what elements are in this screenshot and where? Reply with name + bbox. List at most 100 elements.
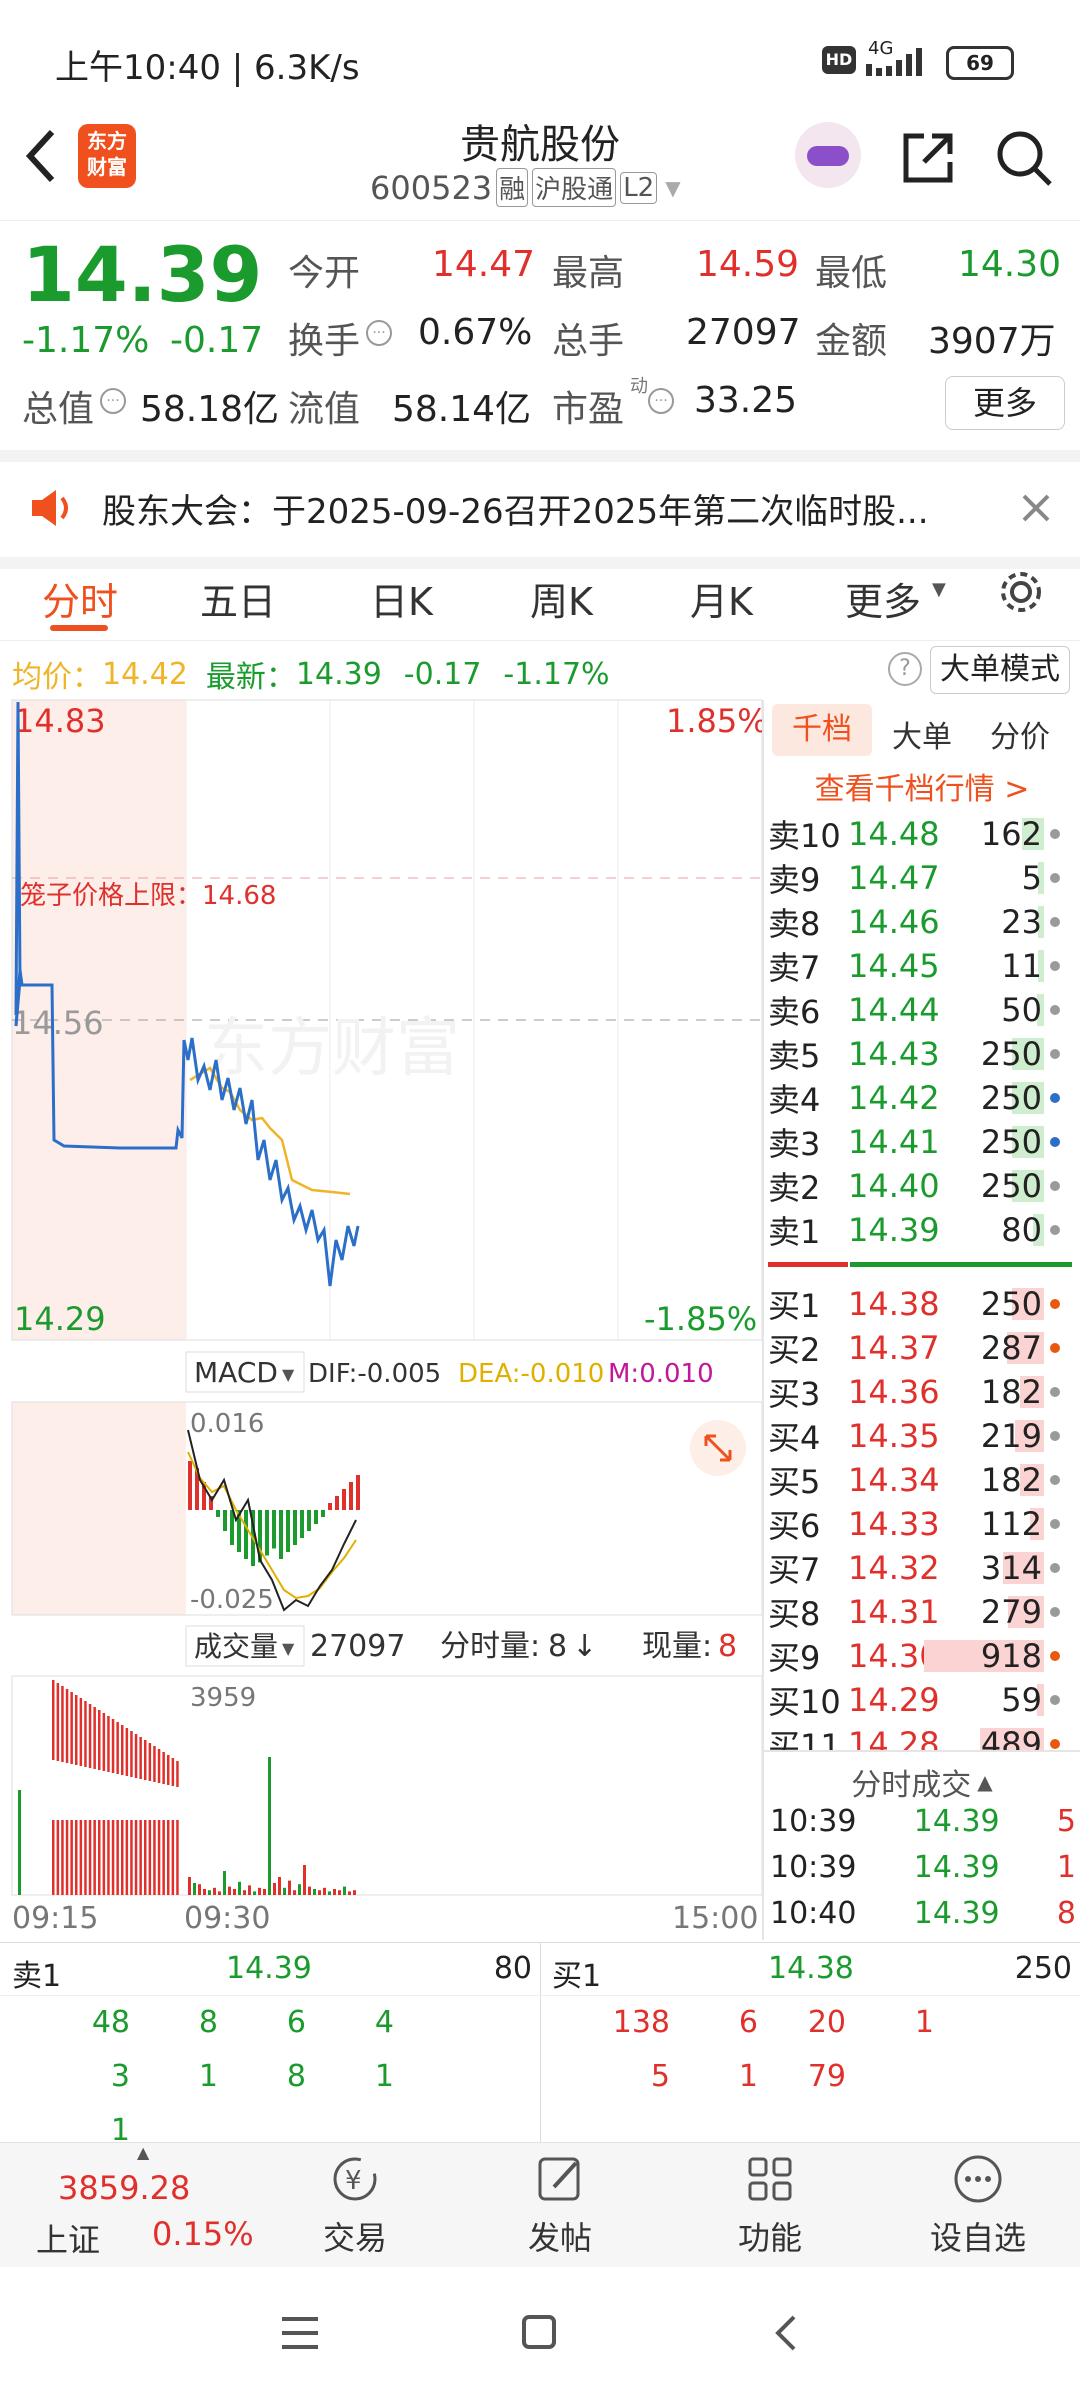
queue-order: 79 <box>807 2059 846 2094</box>
trade-button[interactable]: ¥ 交易 <box>285 2153 425 2259</box>
bid-level-row[interactable]: 买10 14.29 59 <box>768 1678 1072 1722</box>
tick-volume: 8 <box>1056 1896 1076 1931</box>
tab-more[interactable]: 更多 <box>845 571 921 626</box>
auction-volume-bar <box>171 1758 175 1786</box>
tick-price: 14.39 <box>913 1804 1000 1839</box>
function-button[interactable]: 功能 <box>700 2153 840 2259</box>
volume-bar <box>218 1891 221 1895</box>
sell1-volume: 80 <box>493 1951 532 1986</box>
index-widget[interactable]: ▲ 3859.28 上证 0.15% <box>24 2143 264 2261</box>
info-icon[interactable]: ··· <box>648 388 674 414</box>
change-pct: -1.17% <box>22 320 150 361</box>
turnover-value: 0.67% <box>418 312 533 353</box>
bid-level-row[interactable]: 买1 14.38 250 <box>768 1282 1072 1326</box>
menu-icon[interactable] <box>280 2315 320 2351</box>
status-dot <box>1050 1049 1060 1059</box>
big-order-mode-button[interactable]: 大单模式 <box>930 646 1070 694</box>
more-button[interactable]: 更多 <box>945 376 1065 430</box>
order-queues: 卖1 14.39 80 买1 14.38 250 48 8 6 4 3 1 8 1 1 138 6… <box>0 1942 1080 2148</box>
trade-tick-row: 10:39 14.39 1 <box>770 1850 1076 1896</box>
level-price: 14.38 <box>848 1285 940 1323</box>
status-dot <box>1050 917 1060 927</box>
auction-volume-bar <box>75 1820 78 1895</box>
level-price: 14.42 <box>848 1079 940 1117</box>
volume-bar <box>283 1887 286 1895</box>
auction-volume-bar <box>56 1683 60 1761</box>
level-label: 卖4 <box>768 1081 821 1119</box>
volume-bar <box>263 1889 266 1895</box>
nav-back-icon[interactable] <box>772 2313 802 2353</box>
buy1-label: 买1 <box>552 1959 602 1994</box>
bid-level-row[interactable]: 买3 14.36 182 <box>768 1370 1072 1414</box>
bid-level-row[interactable]: 买2 14.37 287 <box>768 1326 1072 1370</box>
bid-level-row[interactable]: 买8 14.31 279 <box>768 1590 1072 1634</box>
level-price: 14.28 <box>848 1725 940 1750</box>
volume-label[interactable]: 成交量 <box>194 1630 278 1663</box>
volume-bar <box>303 1865 306 1895</box>
m-value: M:0.010 <box>608 1359 714 1389</box>
info-icon[interactable]: ··· <box>366 320 392 346</box>
tab-big-orders[interactable]: 大单 <box>892 712 952 756</box>
tab-weekly-k[interactable]: 周K <box>530 571 593 626</box>
ask-level-row[interactable]: 卖3 14.41 250 <box>768 1120 1072 1164</box>
tab-intraday[interactable]: 分时 <box>42 571 118 626</box>
intraday-chart[interactable]: 东方财富 14.83 1.85% 笼子价格上限：14.68 14.56 14.2… <box>0 640 768 1940</box>
volume-bar <box>353 1890 356 1895</box>
edit-icon <box>538 2157 580 2201</box>
dropdown-icon[interactable]: ▼ <box>282 1639 295 1658</box>
tab-price-dist[interactable]: 分价 <box>990 712 1050 756</box>
macd-label[interactable]: MACD <box>194 1356 278 1389</box>
auction-volume-bar <box>121 1820 124 1895</box>
ask-level-row[interactable]: 卖2 14.40 250 <box>768 1164 1072 1208</box>
bid-level-row[interactable]: 买11 14.28 489 <box>768 1722 1072 1750</box>
search-icon[interactable] <box>994 128 1054 188</box>
home-icon[interactable] <box>520 2313 560 2353</box>
bid-level-row[interactable]: 买4 14.35 219 <box>768 1414 1072 1458</box>
fen-label: 分时量: <box>440 1629 540 1664</box>
volume-bar <box>338 1890 341 1895</box>
status-dot <box>1050 1607 1060 1617</box>
level-price: 14.32 <box>848 1549 940 1587</box>
macd-bar <box>307 1510 311 1531</box>
dropdown-icon[interactable]: ▼ <box>932 579 946 600</box>
assistant-avatar[interactable] <box>795 122 861 188</box>
info-icon[interactable]: ··· <box>100 388 126 414</box>
level-volume: 279 <box>980 1593 1042 1631</box>
trade-ticks-header[interactable]: 分时成交 ▲ <box>764 1760 1080 1804</box>
tab-monthly-k[interactable]: 月K <box>690 571 753 626</box>
ask-level-row[interactable]: 卖9 14.47 5 <box>768 856 1072 900</box>
ask-level-row[interactable]: 卖10 14.48 162 <box>768 812 1072 856</box>
bid-level-row[interactable]: 买7 14.32 314 <box>768 1546 1072 1590</box>
bid-level-row[interactable]: 买6 14.33 112 <box>768 1502 1072 1546</box>
ask-level-row[interactable]: 卖4 14.42 250 <box>768 1076 1072 1120</box>
status-dot <box>1050 1651 1060 1661</box>
bottom-pct: -1.85% <box>644 1300 757 1338</box>
ask-level-row[interactable]: 卖8 14.46 23 <box>768 900 1072 944</box>
auction-volume-bar <box>167 1755 170 1785</box>
auction-volume-bar <box>139 1737 142 1779</box>
ask-level-row[interactable]: 卖7 14.45 11 <box>768 944 1072 988</box>
dropdown-icon[interactable]: ▼ <box>282 1365 295 1384</box>
tab-daily-k[interactable]: 日K <box>370 571 433 626</box>
bid-level-row[interactable]: 买5 14.34 182 <box>768 1458 1072 1502</box>
tick-price: 14.39 <box>913 1896 1000 1931</box>
status-dot <box>1050 1093 1060 1103</box>
add-favorite-button[interactable]: 设自选 <box>908 2153 1048 2259</box>
dropdown-icon[interactable]: ▼ <box>665 176 680 200</box>
tab-five-day[interactable]: 五日 <box>200 571 276 626</box>
auction-volume-bar <box>88 1704 92 1768</box>
close-icon[interactable] <box>1020 492 1052 524</box>
tab-level-depth[interactable]: 千档 <box>772 704 872 756</box>
help-icon[interactable]: ? <box>888 652 922 686</box>
gear-icon[interactable] <box>996 567 1046 617</box>
ask-level-row[interactable]: 卖1 14.39 80 <box>768 1208 1072 1252</box>
share-icon[interactable] <box>900 130 956 186</box>
level-price: 14.31 <box>848 1593 940 1631</box>
bid-level-row[interactable]: 买9 14.30 918 <box>768 1634 1072 1678</box>
depth-link[interactable]: 查看千档行情 > <box>764 764 1080 808</box>
ask-level-row[interactable]: 卖5 14.43 250 <box>768 1032 1072 1076</box>
post-button[interactable]: 发帖 <box>490 2153 630 2259</box>
macd-bar <box>244 1510 248 1559</box>
level-volume: 182 <box>980 1461 1042 1499</box>
ask-level-row[interactable]: 卖6 14.44 50 <box>768 988 1072 1032</box>
